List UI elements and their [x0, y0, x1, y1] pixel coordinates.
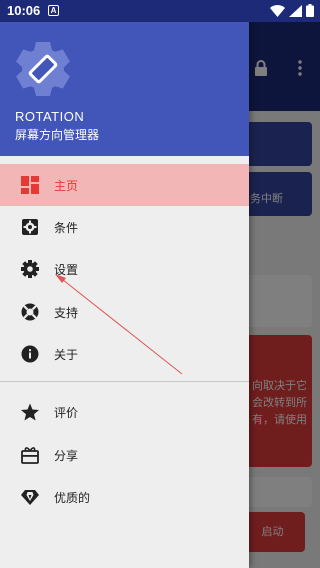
battery-icon: [306, 4, 314, 17]
support-icon: [21, 303, 39, 321]
info-icon: [21, 345, 39, 363]
conditions-icon: [22, 219, 38, 235]
menu-item-label: 条件: [54, 221, 79, 235]
app-name: ROTATION: [15, 109, 85, 124]
menu-item-share[interactable]: 分享: [0, 434, 249, 476]
signal-icon: [289, 4, 302, 17]
menu-item-label: 支持: [54, 306, 79, 320]
notification-icon: A: [48, 5, 59, 16]
menu-item-home[interactable]: 主页: [0, 164, 249, 206]
app-logo-icon: [16, 42, 70, 96]
status-time: 10:06: [7, 3, 41, 18]
menu-item-label: 分享: [54, 449, 79, 463]
app-subtitle: 屏幕方向管理器: [15, 128, 100, 142]
drawer-header: ROTATION 屏幕方向管理器: [0, 22, 249, 156]
gear-icon: [21, 260, 39, 278]
menu-item-settings[interactable]: 设置: [0, 248, 249, 290]
navigation-drawer: ROTATION 屏幕方向管理器 主页 条件 设置 支持 关于 评价 分享 优质…: [0, 0, 249, 568]
menu-item-support[interactable]: 支持: [0, 291, 249, 333]
menu-item-label: 优质的: [54, 491, 91, 505]
dashboard-icon: [21, 176, 39, 194]
menu-item-label: 评价: [54, 406, 79, 420]
wifi-icon: [270, 4, 285, 17]
menu-item-about[interactable]: 关于: [0, 333, 249, 375]
menu-item-label: 设置: [54, 263, 79, 277]
menu-item-rate[interactable]: 评价: [0, 391, 249, 433]
menu-item-label: 关于: [54, 348, 79, 362]
status-bar: 10:06 A: [0, 0, 320, 22]
diamond-icon: [21, 490, 39, 505]
star-icon: [21, 403, 39, 421]
menu-item-premium[interactable]: 优质的: [0, 476, 249, 518]
menu-item-label: 主页: [54, 179, 79, 193]
menu-divider: [0, 381, 249, 382]
menu-item-conditions[interactable]: 条件: [0, 206, 249, 248]
gift-icon: [21, 447, 39, 464]
